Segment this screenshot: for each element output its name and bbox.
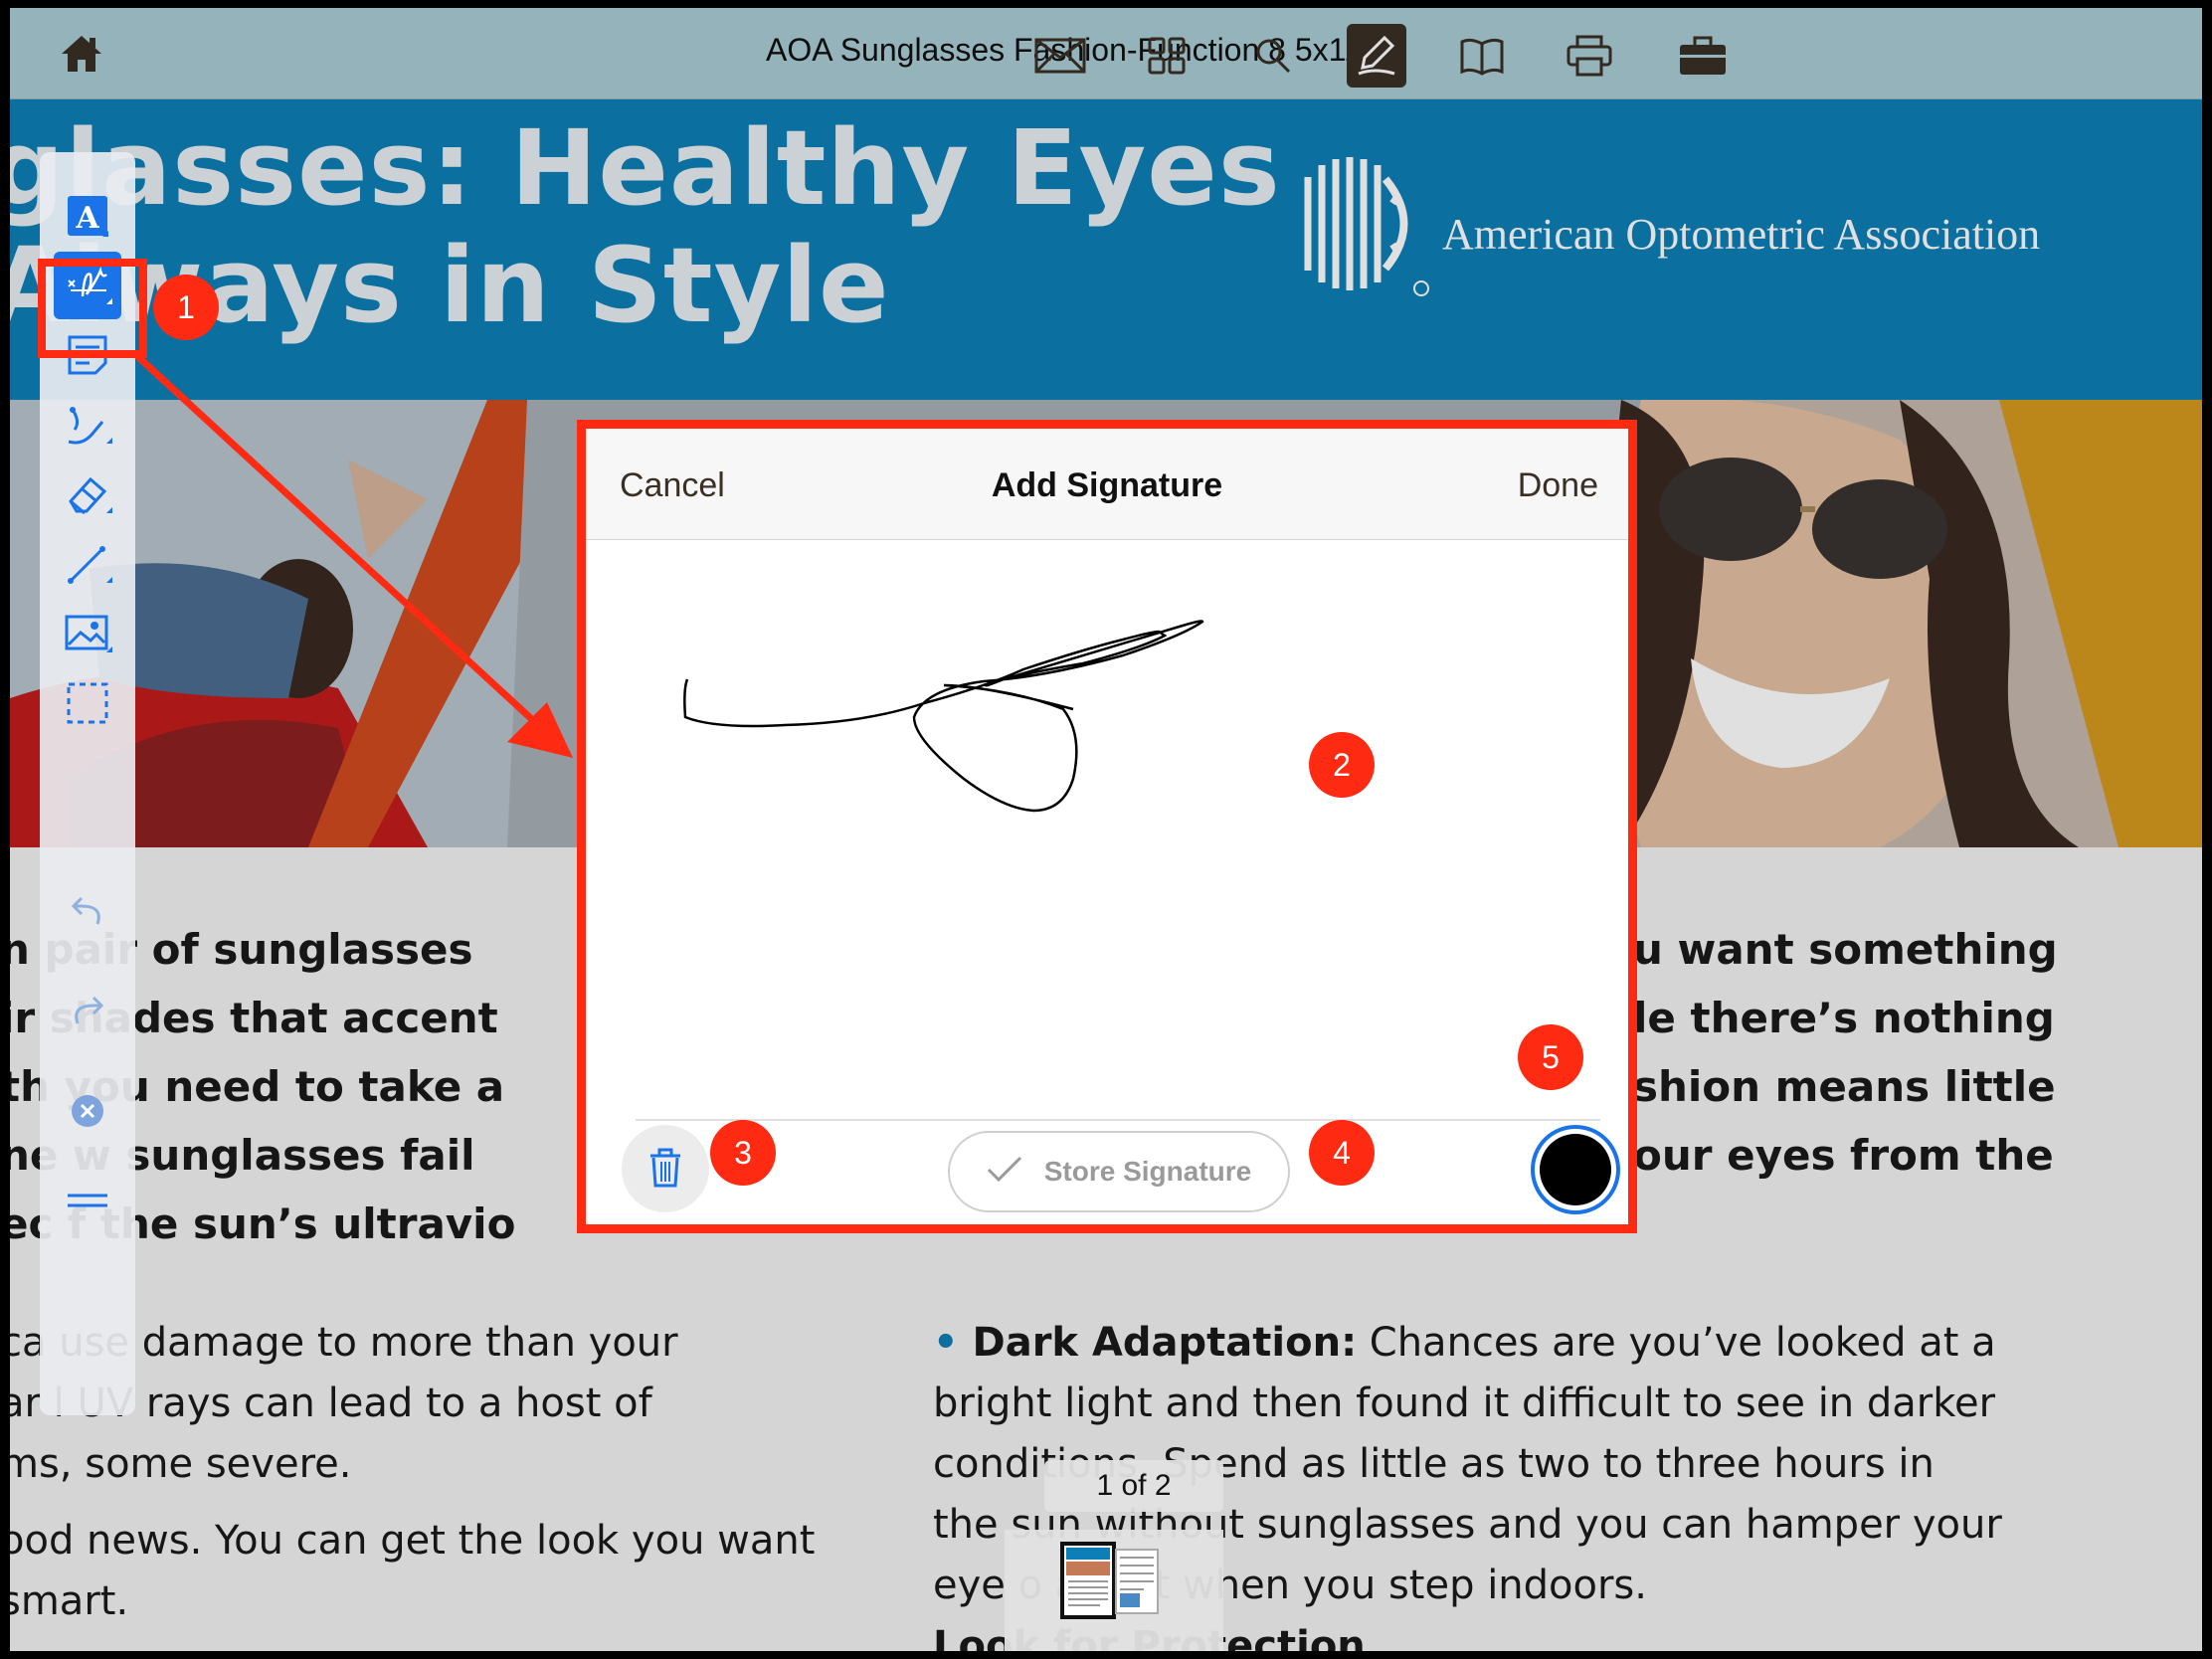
- signature-pad[interactable]: Please sign here: [586, 540, 1628, 1185]
- ink-color-swatch: [1540, 1134, 1611, 1205]
- callout-badge-3: 3: [710, 1120, 776, 1186]
- app-screen: AOA Sunglasses Fashion-Function 8 5x11 g…: [10, 8, 2202, 1651]
- checkmark-icon: [987, 1154, 1022, 1191]
- ink-color-button[interactable]: [1531, 1125, 1620, 1214]
- page-thumbnail-strip[interactable]: [1005, 1530, 1223, 1651]
- trash-icon: [646, 1146, 684, 1193]
- callout-badge-2: 2: [1309, 732, 1375, 798]
- signature-stroke: [683, 620, 1204, 813]
- signature-baseline: [636, 1119, 1600, 1121]
- dialog-header: Cancel Add Signature Done: [586, 429, 1628, 540]
- callout-badge-4: 4: [1309, 1120, 1375, 1186]
- page-indicator: 1 of 2: [1044, 1460, 1223, 1512]
- store-signature-label: Store Signature: [1043, 1156, 1252, 1187]
- callout-badge-5: 5: [1518, 1024, 1583, 1090]
- add-signature-dialog: Cancel Add Signature Done Please sign he…: [577, 420, 1637, 1233]
- dialog-title: Add Signature: [991, 466, 1223, 504]
- store-signature-toggle[interactable]: Store Signature: [948, 1131, 1290, 1212]
- clear-signature-button[interactable]: [622, 1125, 709, 1212]
- done-button[interactable]: Done: [1518, 466, 1598, 505]
